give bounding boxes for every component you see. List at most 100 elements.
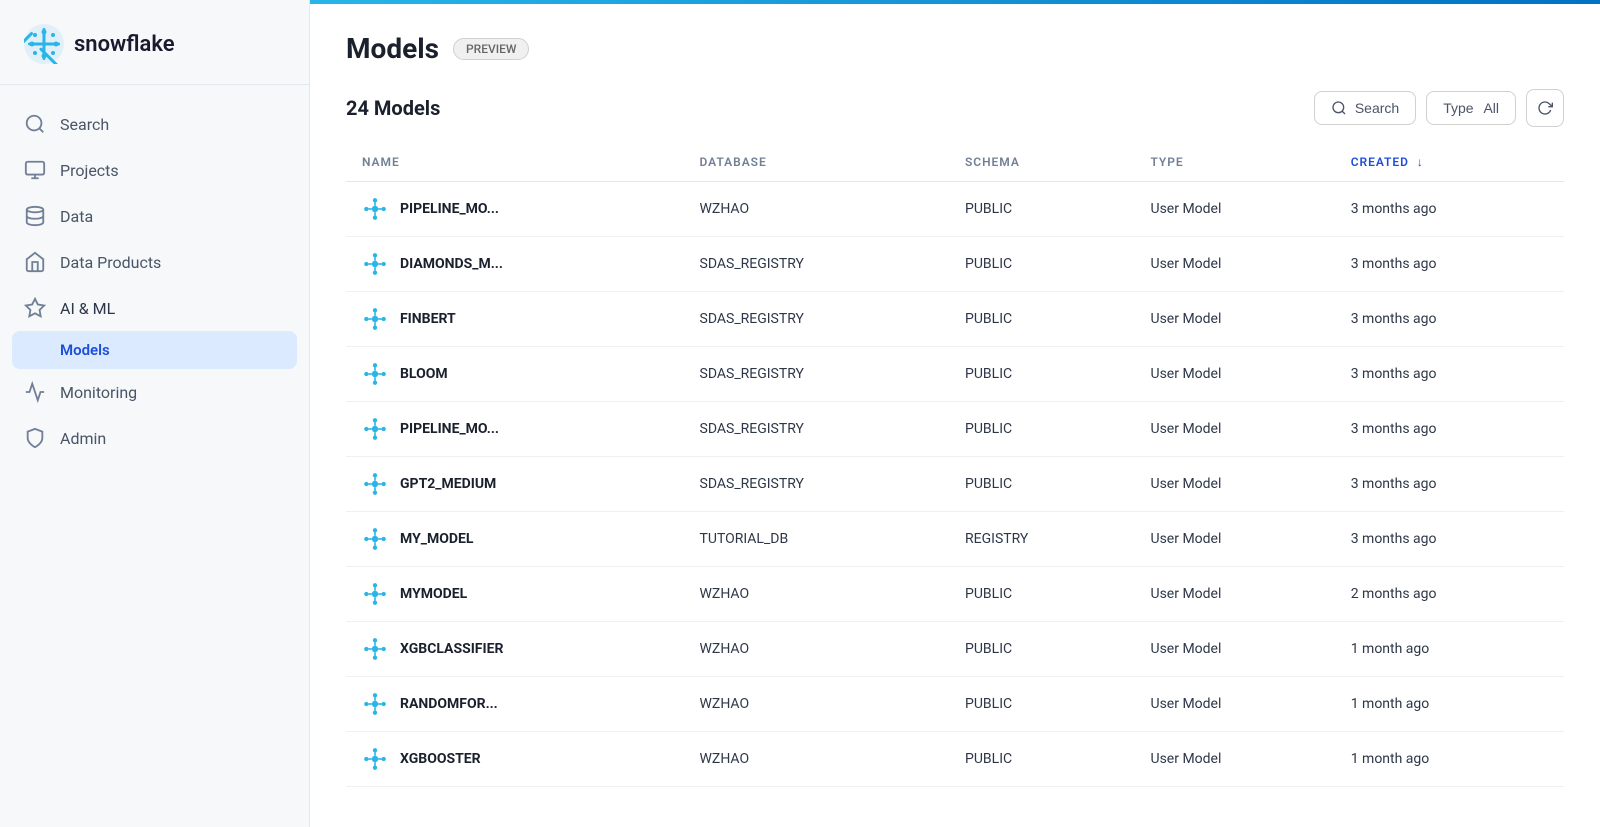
toolbar-right: Search Type All [1314,89,1564,127]
cell-name: PIPELINE_MO... [346,402,684,457]
cell-name: XGBCLASSIFIER [346,622,684,677]
cell-created: 3 months ago [1335,457,1564,512]
col-type[interactable]: TYPE [1135,143,1335,182]
model-name: GPT2_MEDIUM [400,476,496,492]
table-row[interactable]: PIPELINE_MO... SDAS_REGISTRYPUBLICUser M… [346,402,1564,457]
model-name: XGBCLASSIFIER [400,641,503,657]
table-row[interactable]: MY_MODEL TUTORIAL_DBREGISTRYUser Model3 … [346,512,1564,567]
table-row[interactable]: XGBOOSTER WZHAOPUBLICUser Model1 month a… [346,732,1564,787]
table-row[interactable]: DIAMONDS_M... SDAS_REGISTRYPUBLICUser Mo… [346,237,1564,292]
table-row[interactable]: PIPELINE_MO... WZHAOPUBLICUser Model3 mo… [346,182,1564,237]
col-created[interactable]: CREATED ↓ [1335,143,1564,182]
model-name: PIPELINE_MO... [400,421,499,437]
cell-schema: PUBLIC [949,732,1134,787]
refresh-button[interactable] [1526,89,1564,127]
cell-type: User Model [1135,182,1335,237]
search-icon [24,113,46,135]
sidebar-item-ai-ml-label: AI & ML [60,299,115,318]
table-row[interactable]: XGBCLASSIFIER WZHAOPUBLICUser Model1 mon… [346,622,1564,677]
cell-type: User Model [1135,622,1335,677]
table-row[interactable]: MYMODEL WZHAOPUBLICUser Model2 months ag… [346,567,1564,622]
table-row[interactable]: GPT2_MEDIUM SDAS_REGISTRYPUBLICUser Mode… [346,457,1564,512]
cell-created: 2 months ago [1335,567,1564,622]
admin-icon [24,427,46,449]
sidebar-navigation: Search Projects Data Data Products [0,85,309,477]
table-row[interactable]: FINBERT SDAS_REGISTRYPUBLICUser Model3 m… [346,292,1564,347]
snowflake-logo-icon [24,24,64,64]
col-database[interactable]: DATABASE [684,143,950,182]
model-icon [362,306,388,332]
model-name: MY_MODEL [400,531,473,547]
table-row[interactable]: BLOOM SDAS_REGISTRYPUBLICUser Model3 mon… [346,347,1564,402]
model-name: RANDOMFOR... [400,696,498,712]
model-icon [362,361,388,387]
col-schema[interactable]: SCHEMA [949,143,1134,182]
sidebar-item-search[interactable]: Search [0,101,309,147]
table-toolbar: 24 Models Search Type All [346,89,1564,127]
cell-created: 1 month ago [1335,622,1564,677]
projects-icon [24,159,46,181]
sidebar-item-data-products[interactable]: Data Products [0,239,309,285]
sidebar-item-monitoring[interactable]: Monitoring [0,369,309,415]
sidebar-subitem-models[interactable]: Models [12,331,297,369]
cell-database: TUTORIAL_DB [684,512,950,567]
cell-type: User Model [1135,732,1335,787]
model-icon [362,581,388,607]
type-filter-button[interactable]: Type All [1426,91,1516,125]
cell-database: WZHAO [684,182,950,237]
sort-arrow-icon: ↓ [1417,155,1424,169]
cell-name: MY_MODEL [346,512,684,567]
cell-database: SDAS_REGISTRY [684,457,950,512]
model-icon [362,526,388,552]
cell-database: SDAS_REGISTRY [684,237,950,292]
logo-text: snowflake [74,32,175,57]
table-row[interactable]: RANDOMFOR... WZHAOPUBLICUser Model1 mont… [346,677,1564,732]
model-icon [362,746,388,772]
preview-badge: PREVIEW [453,38,529,60]
cell-database: SDAS_REGISTRY [684,292,950,347]
cell-name: XGBOOSTER [346,732,684,787]
monitoring-icon [24,381,46,403]
cell-created: 3 months ago [1335,512,1564,567]
model-name: PIPELINE_MO... [400,201,499,217]
cell-created: 1 month ago [1335,677,1564,732]
data-icon [24,205,46,227]
cell-schema: PUBLIC [949,457,1134,512]
page-header: Models PREVIEW [346,32,1564,65]
sidebar-item-admin[interactable]: Admin [0,415,309,461]
model-name: DIAMONDS_M... [400,256,503,272]
cell-created: 1 month ago [1335,732,1564,787]
cell-database: WZHAO [684,567,950,622]
ai-ml-icon [24,297,46,319]
table-header: NAME DATABASE SCHEMA TYPE CREATED ↓ [346,143,1564,182]
cell-schema: REGISTRY [949,512,1134,567]
type-value: All [1483,100,1499,116]
search-icon [1331,100,1347,116]
cell-name: FINBERT [346,292,684,347]
cell-schema: PUBLIC [949,567,1134,622]
search-button[interactable]: Search [1314,91,1416,125]
sidebar-item-data[interactable]: Data [0,193,309,239]
sidebar-item-projects[interactable]: Projects [0,147,309,193]
sidebar-item-ai-ml[interactable]: AI & ML [0,285,309,331]
cell-created: 3 months ago [1335,237,1564,292]
cell-type: User Model [1135,512,1335,567]
model-name: BLOOM [400,366,448,382]
cell-schema: PUBLIC [949,677,1134,732]
refresh-icon [1537,100,1553,116]
col-name[interactable]: NAME [346,143,684,182]
cell-type: User Model [1135,677,1335,732]
cell-name: MYMODEL [346,567,684,622]
model-icon [362,636,388,662]
model-icon [362,196,388,222]
cell-created: 3 months ago [1335,182,1564,237]
logo-area: snowflake [0,0,309,85]
cell-database: WZHAO [684,622,950,677]
search-button-label: Search [1355,100,1399,116]
model-icon [362,471,388,497]
cell-type: User Model [1135,237,1335,292]
cell-database: WZHAO [684,732,950,787]
cell-created: 3 months ago [1335,292,1564,347]
cell-type: User Model [1135,402,1335,457]
cell-type: User Model [1135,567,1335,622]
